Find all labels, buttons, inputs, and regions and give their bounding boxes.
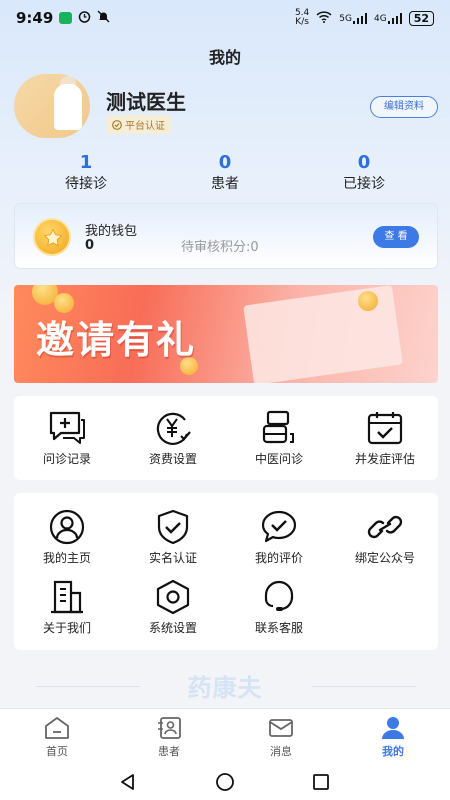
services-card: 问诊记录 资费设置 中医问诊 并发症评估 xyxy=(14,396,438,480)
avatar[interactable] xyxy=(14,74,90,138)
banner-coin-icon xyxy=(358,291,378,311)
menu-item-system-settings[interactable]: 系统设置 xyxy=(120,579,226,636)
stat-completed[interactable]: 0 已接诊 xyxy=(309,152,419,194)
home-icon xyxy=(45,717,69,739)
menu-item-about-us[interactable]: 关于我们 xyxy=(14,579,120,636)
service-label: 并发症评估 xyxy=(354,452,415,466)
doctor-name: 测试医生 xyxy=(106,90,186,114)
menu-item-customer-service[interactable]: 联系客服 xyxy=(226,579,332,636)
stat-label: 患者 xyxy=(211,176,239,192)
wifi-icon xyxy=(316,10,332,26)
invite-banner[interactable]: 邀请有礼 xyxy=(14,285,438,383)
wallet-card: 我的钱包 0 待审核积分:0 查 看 xyxy=(14,203,438,269)
signal-5g: 5G xyxy=(339,12,367,24)
star-coin-icon xyxy=(33,218,71,256)
tab-patients[interactable]: 患者 xyxy=(113,715,225,759)
service-label: 中医问诊 xyxy=(254,452,303,466)
link-icon xyxy=(367,515,403,539)
tab-messages[interactable]: 消息 xyxy=(225,715,337,759)
stat-value: 1 xyxy=(79,152,93,173)
menu-label: 实名认证 xyxy=(148,551,197,565)
view-wallet-button[interactable]: 查 看 xyxy=(373,226,419,248)
menu-item-bind-account[interactable]: 绑定公众号 xyxy=(332,509,438,566)
building-icon xyxy=(51,580,83,614)
banner-title: 邀请有礼 xyxy=(36,318,197,362)
brand-divider-right xyxy=(312,686,416,687)
bottom-tab-bar: 首页 患者 消息 我的 xyxy=(0,708,450,764)
stat-label: 已接诊 xyxy=(343,176,385,192)
menu-item-my-homepage[interactable]: 我的主页 xyxy=(14,509,120,566)
stat-value: 0 xyxy=(218,152,232,173)
recent-apps-icon[interactable] xyxy=(311,772,331,792)
patient-icon xyxy=(158,717,181,739)
tab-label: 消息 xyxy=(270,745,292,758)
menu-label: 我的评价 xyxy=(254,551,303,565)
stats-row: 1 待接诊 0 患者 0 已接诊 xyxy=(0,152,450,196)
tab-label: 首页 xyxy=(46,745,68,758)
status-time: 9:49 xyxy=(16,9,54,27)
consultation-record-icon xyxy=(49,411,85,444)
tab-label: 我的 xyxy=(382,745,404,758)
back-icon[interactable] xyxy=(118,772,138,792)
edit-profile-button[interactable]: 编辑资料 xyxy=(370,96,438,118)
wallet-title: 我的钱包 xyxy=(85,224,138,239)
banner-paper-graphic xyxy=(243,285,403,383)
signal-4g-label: 4G xyxy=(373,13,387,24)
alarm-icon xyxy=(78,10,91,27)
hexagon-settings-icon xyxy=(156,579,190,615)
pending-points: 待审核积分:0 xyxy=(181,240,259,255)
stat-pending[interactable]: 1 待接诊 xyxy=(31,152,141,194)
menu-item-my-reviews[interactable]: 我的评价 xyxy=(226,509,332,566)
menu-item-verification[interactable]: 实名认证 xyxy=(120,509,226,566)
mute-icon xyxy=(97,10,110,27)
wallet-balance: 0 xyxy=(85,238,95,253)
home-button-icon[interactable] xyxy=(215,772,235,792)
signal-5g-label: 5G xyxy=(339,13,352,24)
person-icon xyxy=(382,717,404,739)
signal-bars-icon xyxy=(387,12,402,24)
status-bar: 9:49 5.4 K/s 5G 4G 52 xyxy=(0,0,450,36)
service-label: 资费设置 xyxy=(148,452,197,466)
certification-label: 平台认证 xyxy=(125,121,165,132)
service-label: 问诊记录 xyxy=(42,452,91,466)
menu-label: 我的主页 xyxy=(42,551,91,565)
menu-label: 绑定公众号 xyxy=(354,551,415,565)
net-speed-unit: K/s xyxy=(295,17,309,27)
profile-section: 测试医生 平台认证 编辑资料 xyxy=(14,74,438,142)
signal-bars-icon xyxy=(352,12,367,24)
service-fee-settings[interactable]: 资费设置 xyxy=(120,410,226,467)
comment-check-icon xyxy=(261,510,297,543)
page-title: 我的 xyxy=(208,48,241,67)
user-profile-icon xyxy=(49,509,85,545)
battery-indicator: 52 xyxy=(408,10,434,26)
complication-assessment-icon xyxy=(367,412,403,445)
signal-4g: 4G xyxy=(373,12,402,24)
fee-settings-icon xyxy=(156,412,191,445)
message-icon xyxy=(269,719,293,737)
menu-label: 联系客服 xyxy=(254,621,303,635)
system-navigation-bar xyxy=(0,764,450,800)
headset-icon xyxy=(264,580,294,611)
stat-value: 0 xyxy=(357,152,371,173)
menu-label: 关于我们 xyxy=(42,621,91,635)
tab-mine[interactable]: 我的 xyxy=(337,715,449,759)
menu-label: 系统设置 xyxy=(148,621,197,635)
menu-card: 我的主页 实名认证 我的评价 绑定公众号 关于我们 系统设置 联系客服 xyxy=(14,493,438,650)
badge-icon xyxy=(112,119,122,130)
net-speed: 5.4 K/s xyxy=(295,9,309,27)
wechat-icon xyxy=(59,12,73,24)
tab-home[interactable]: 首页 xyxy=(1,715,113,759)
service-tcm-consultation[interactable]: 中医问诊 xyxy=(226,410,332,467)
stat-label: 待接诊 xyxy=(65,176,107,192)
shield-check-icon xyxy=(157,509,189,545)
stat-patients[interactable]: 0 患者 xyxy=(170,152,280,194)
service-consultation-records[interactable]: 问诊记录 xyxy=(14,410,120,467)
tcm-consultation-icon xyxy=(262,410,294,444)
tab-label: 患者 xyxy=(158,745,180,758)
service-complication-assessment[interactable]: 并发症评估 xyxy=(332,410,438,467)
certification-badge: 平台认证 xyxy=(106,115,171,134)
